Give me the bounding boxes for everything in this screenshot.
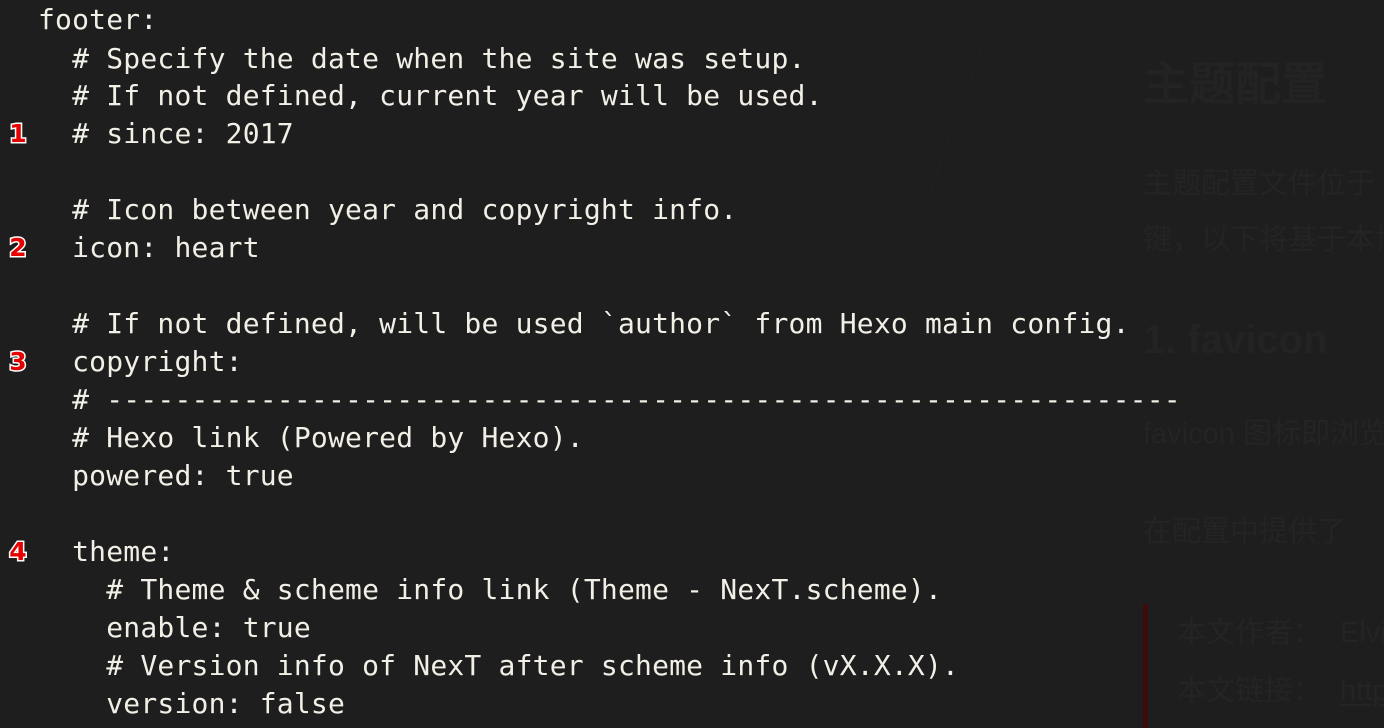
code-line: # If not defined, will be used `author` … [0,304,1130,343]
code-line: version: false [0,684,345,723]
code-line: icon: heart [0,228,260,267]
code-line: # Version info of NexT after scheme info… [0,646,959,685]
code-line-text: version: false [38,687,346,720]
code-line: # Icon between year and copyright info. [0,190,737,229]
code-line: # --------------------------------------… [0,380,1181,419]
yaml-code-overlay: footer: # Specify the date when the site… [0,0,1384,728]
code-line: powered: true [0,456,294,495]
code-line-text: powered: true [38,459,294,492]
code-line-text: # --------------------------------------… [38,383,1181,416]
code-line-text: # If not defined, will be used `author` … [38,307,1130,340]
code-line-text: footer: [38,3,158,36]
code-line: # If not defined, current year will be u… [0,76,823,115]
line-marker-badge-3: 3 [8,346,28,378]
code-line-text: # Theme & scheme info link (Theme - NexT… [38,573,943,606]
code-line: # since: 2017 [0,114,294,153]
code-line-text: enable: true [38,611,311,644]
line-marker-badge-4: 4 [8,536,28,568]
code-line-text: # If not defined, current year will be u… [38,79,823,112]
code-line: # Theme & scheme info link (Theme - NexT… [0,570,942,609]
code-line-text: copyright: [38,345,243,378]
line-marker-badge-2: 2 [8,232,28,264]
code-line: # Specify the date when the site was set… [0,39,806,78]
code-line-text: icon: heart [38,231,260,264]
code-line: copyright: [0,342,243,381]
code-line-text: # since: 2017 [38,117,294,150]
code-line-text: # Icon between year and copyright info. [38,193,738,226]
code-line: enable: true [0,608,311,647]
code-line-text: # Specify the date when the site was set… [38,42,806,75]
code-line-text: # Hexo link (Powered by Hexo). [38,421,584,454]
code-line-text: # Version info of NexT after scheme info… [38,649,960,682]
line-marker-badge-1: 1 [8,118,28,150]
code-line: # Hexo link (Powered by Hexo). [0,418,584,457]
code-line: footer: [0,0,157,39]
